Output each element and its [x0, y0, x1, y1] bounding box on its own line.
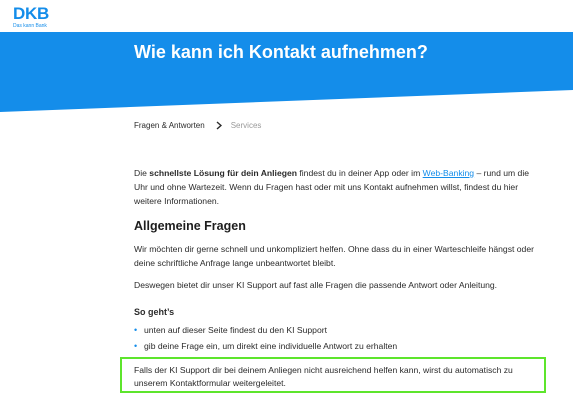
- breadcrumb-item-fragen-antworten[interactable]: Fragen & Antworten: [134, 121, 205, 130]
- main-content: Die schnellste Lösung für dein Anliegen …: [134, 166, 544, 353]
- how-to-list: • unten auf dieser Seite findest du den K…: [134, 323, 544, 353]
- chevron-right-icon: [216, 121, 222, 130]
- contact-form-note: Falls der KI Support dir bei deinem Anli…: [134, 365, 513, 388]
- bullet-icon: •: [134, 325, 138, 335]
- hero-banner: Wie kann ich Kontakt aufnehmen?: [0, 32, 573, 90]
- breadcrumb-item-services: Services: [230, 121, 262, 130]
- logo-tagline: Das kann Bank: [13, 23, 47, 29]
- list-item: • unten auf dieser Seite findest du den K…: [134, 323, 544, 337]
- general-questions-heading: Allgemeine Fragen: [134, 219, 246, 233]
- top-bar: DKB Das kann Bank: [0, 0, 573, 32]
- intro-bold-text: schnellste Lösung für dein Anliegen: [149, 168, 297, 178]
- web-banking-link[interactable]: Web-Banking: [423, 168, 474, 178]
- breadcrumb: Fragen & Antworten Services: [134, 121, 261, 130]
- general-paragraph-1: Wir möchten dir gerne schnell und unkomp…: [134, 244, 534, 268]
- list-item: • gib deine Frage ein, um direkt eine ind…: [134, 339, 544, 353]
- dkb-logo[interactable]: DKB Das kann Bank: [13, 5, 57, 29]
- list-item-text: unten auf dieser Seite findest du den KI…: [144, 325, 327, 335]
- intro-text-middle: findest du in deiner App oder im: [297, 168, 423, 178]
- hero-banner-edge: [0, 90, 573, 112]
- general-paragraph-2: Deswegen bietet dir unser KI Support auf…: [134, 280, 498, 290]
- intro-paragraph: Die schnellste Lösung für dein Anliegen …: [134, 166, 544, 208]
- page-title: Wie kann ich Kontakt aufnehmen?: [134, 42, 428, 62]
- list-item-text: gib deine Frage ein, um direkt eine indi…: [144, 341, 398, 351]
- bullet-icon: •: [134, 341, 138, 351]
- how-to-heading: So geht’s: [134, 307, 175, 317]
- logo-wordmark: DKB: [13, 4, 49, 23]
- intro-text-start: Die: [134, 168, 150, 178]
